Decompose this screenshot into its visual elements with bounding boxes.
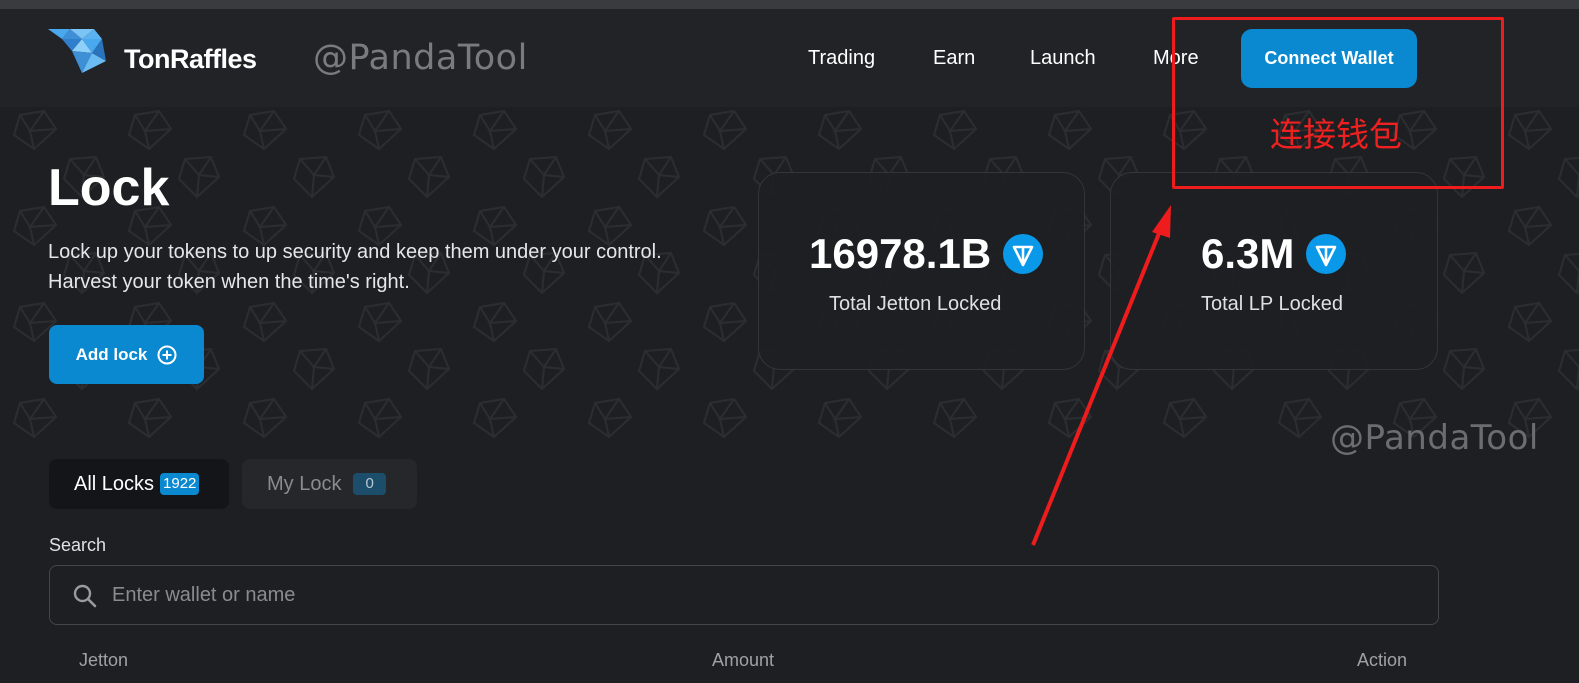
stat-card-jetton: 16978.1B Total Jetton Locked <box>758 172 1085 370</box>
nav-launch[interactable]: Launch <box>1030 47 1096 70</box>
nav-earn[interactable]: Earn <box>933 47 975 70</box>
tab-my-lock[interactable]: My Lock 0 <box>242 459 417 509</box>
watermark-text: @PandaTool <box>313 38 528 78</box>
ton-icon <box>1306 234 1347 274</box>
search-icon <box>73 584 97 608</box>
stat-label: Total LP Locked <box>1201 293 1343 315</box>
stat-card-lp: 6.3M Total LP Locked <box>1110 172 1438 370</box>
count-badge: 1922 <box>160 473 200 495</box>
add-lock-label: Add lock <box>75 344 148 364</box>
description-line-2: Harvest your token when the time's right… <box>48 271 410 293</box>
column-header-jetton: Jetton <box>79 650 129 670</box>
search-box[interactable] <box>49 565 1439 625</box>
page-title: Lock <box>48 159 170 217</box>
watermark-text-2: @PandaTool <box>1330 418 1539 458</box>
stat-value-row: 16978.1B <box>809 230 1044 278</box>
count-badge: 0 <box>353 473 386 495</box>
column-header-amount: Amount <box>712 650 775 670</box>
search-label: Search <box>49 535 107 555</box>
page-description: Lock up your tokens to up security and k… <box>48 237 662 297</box>
stat-value-row: 6.3M <box>1201 230 1347 278</box>
stat-label: Total Jetton Locked <box>829 293 1002 315</box>
stat-value: 16978.1B <box>809 230 992 277</box>
annotation-highlight-box <box>1172 17 1504 189</box>
plus-circle-icon <box>157 345 177 364</box>
ton-raffles-logo-icon[interactable] <box>48 29 108 73</box>
annotation-label: 连接钱包 <box>1270 115 1402 154</box>
stat-value: 6.3M <box>1201 230 1295 277</box>
description-line-1: Lock up your tokens to up security and k… <box>48 241 662 263</box>
tab-all-locks[interactable]: All Locks 1922 <box>49 459 229 509</box>
add-lock-button[interactable]: Add lock <box>49 325 204 384</box>
search-input[interactable] <box>112 576 1412 614</box>
column-header-action: Action <box>1357 650 1408 670</box>
tab-label: All Locks <box>74 472 155 495</box>
brand-name[interactable]: TonRaffles <box>124 44 257 75</box>
nav-trading[interactable]: Trading <box>808 47 875 70</box>
browser-top-strip <box>0 0 1579 9</box>
tab-label: My Lock <box>267 472 342 495</box>
ton-icon <box>1003 234 1044 274</box>
